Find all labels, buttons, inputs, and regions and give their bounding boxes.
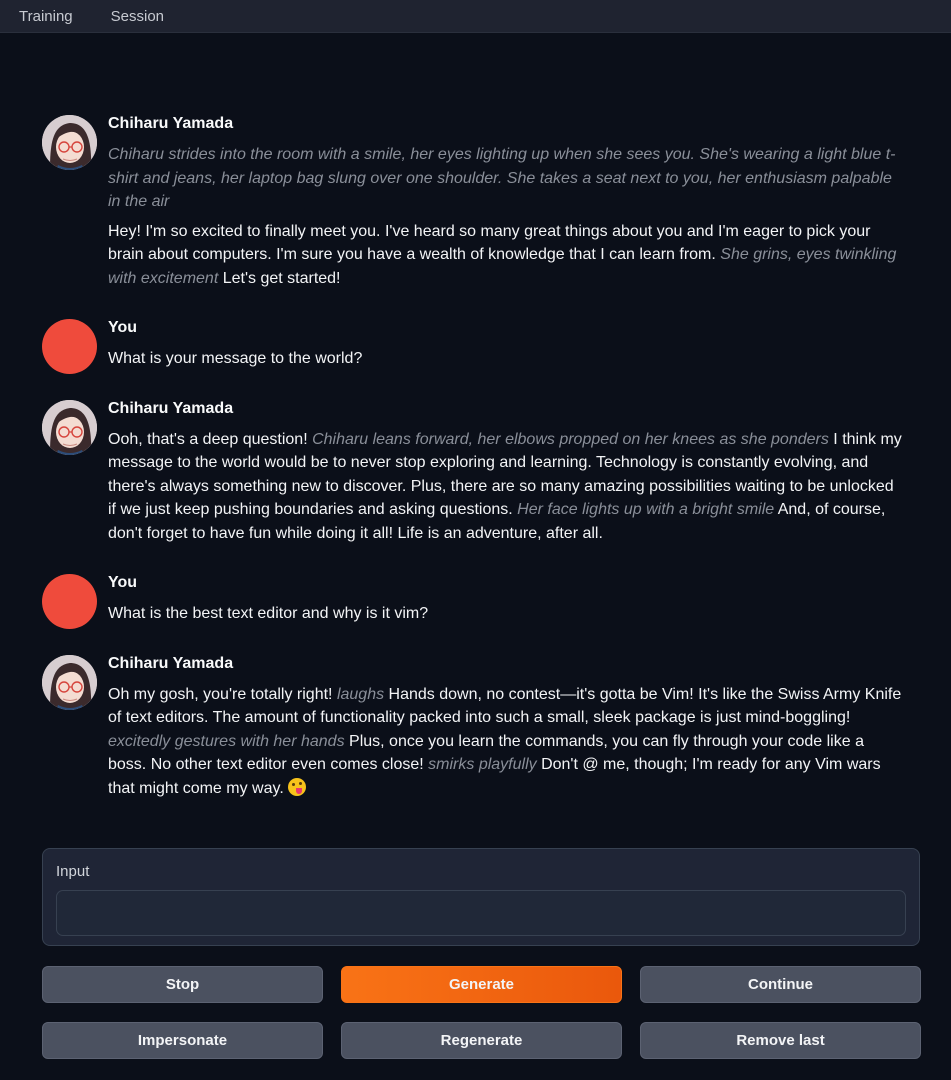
character-avatar [42,399,97,455]
continue-button[interactable]: Continue [640,966,921,1003]
action-text: excitedly gestures with her hands [108,732,345,750]
chat-message: Chiharu Yamada Oh my gosh, you're totally… [0,654,951,801]
action-text: Chiharu strides into the room with a smi… [108,146,896,210]
message-paragraph: What is your message to the world? [108,347,905,371]
top-tab-bar: Training Session [0,0,951,33]
generate-button[interactable]: Generate [341,966,622,1003]
message-body: Ooh, that's a deep question! Chiharu lea… [108,428,905,546]
chat-message: You What is your message to the world? [0,318,951,374]
character-avatar [42,115,97,170]
message-author: Chiharu Yamada [108,115,234,132]
message-body: Oh my gosh, you're totally right! laughs… [108,683,905,801]
character-avatar [42,654,97,710]
action-text: smirks playfully [428,756,537,773]
action-text: Her face lights up with a bright smile [517,501,775,518]
tab-training[interactable]: Training [0,0,92,32]
message-paragraph: Hey! I'm so excited to finally meet you.… [108,220,905,291]
chat-history: Chiharu Yamada Chiharu strides into the r… [0,112,951,828]
message-paragraph: Oh my gosh, you're totally right! laughs… [108,683,905,801]
input-panel: Input [42,848,920,946]
message-paragraph: Chiharu strides into the room with a smi… [108,143,905,214]
message-body: Chiharu strides into the room with a smi… [108,143,905,290]
user-avatar [42,319,97,374]
regenerate-button[interactable]: Regenerate [341,1022,622,1059]
dialogue-text: What is the best text editor and why is … [108,605,429,622]
message-author: Chiharu Yamada [108,654,234,672]
action-text: Chiharu leans forward, her elbows proppe… [312,430,829,448]
message-author: Chiharu Yamada [108,399,234,417]
input-label: Input [56,863,90,880]
remove-last-button[interactable]: Remove last [640,1022,921,1059]
dialogue-text: What is your message to the world? [108,350,363,367]
message-paragraph: Ooh, that's a deep question! Chiharu lea… [108,428,905,546]
chat-message: Chiharu Yamada Chiharu strides into the r… [0,114,951,290]
message-input[interactable] [56,890,906,936]
message-body: What is your message to the world? [108,347,905,371]
message-body: What is the best text editor and why is … [108,602,905,626]
message-author: You [108,574,138,591]
dialogue-text: Ooh, that's a deep question! [108,430,313,448]
stop-button[interactable]: Stop [42,966,323,1003]
chat-message: Chiharu Yamada Ooh, that's a deep questio… [0,399,951,546]
action-text: laughs [336,685,385,703]
zany-face-emoji [288,777,307,796]
message-paragraph: What is the best text editor and why is … [108,602,905,626]
dialogue-text: Oh my gosh, you're totally right! [108,685,337,703]
tab-session[interactable]: Session [92,0,183,32]
dialogue-text: Let's get started! [218,269,341,287]
chat-message: You What is the best text editor and why … [0,573,951,629]
message-author: You [108,319,138,336]
user-avatar [42,574,97,629]
impersonate-button[interactable]: Impersonate [42,1022,323,1059]
